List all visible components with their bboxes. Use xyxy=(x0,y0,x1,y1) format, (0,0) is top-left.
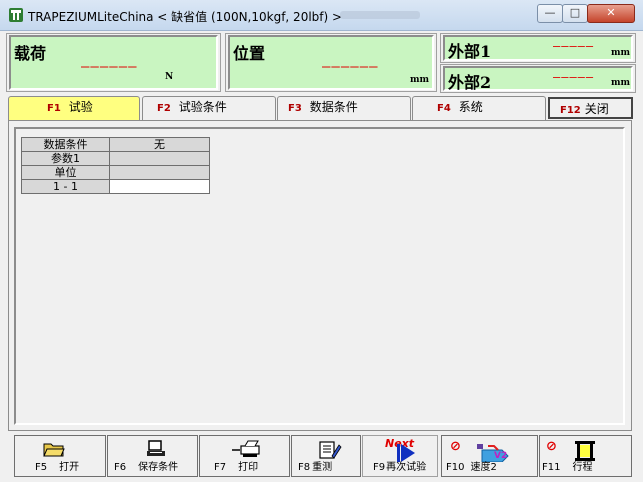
app-icon xyxy=(9,8,23,22)
maximize-button[interactable]: □ xyxy=(562,4,588,23)
print-key: F7 xyxy=(214,462,227,473)
row-value[interactable] xyxy=(109,179,210,194)
tab-test-conditions-label: 试验条件 xyxy=(178,100,227,114)
retest-button[interactable]: F8 重测 xyxy=(291,435,361,477)
close-button[interactable]: ✕ xyxy=(587,4,635,23)
ext1-label: 外部1 xyxy=(448,42,492,61)
close-tab-label: 关闭 xyxy=(584,102,609,116)
ext2-value: ————— xyxy=(553,70,595,84)
row-header: 1 - 1 xyxy=(21,179,110,194)
position-unit: mm xyxy=(410,75,430,85)
stroke-label: 行程 xyxy=(572,462,593,473)
tab-test-conditions-key: F2 xyxy=(157,103,171,114)
retest-again-button[interactable]: Next F9再次试验 xyxy=(362,435,438,477)
save-conditions-button[interactable]: F6 保存条件 xyxy=(107,435,198,477)
speed2-label: 速度2 xyxy=(470,462,497,473)
table-row: 参数1 xyxy=(21,151,210,166)
speed2-key: F10 xyxy=(446,462,465,473)
save-conditions-label: 保存条件 xyxy=(138,462,179,473)
data-condition-table: 数据条件 无 参数1 单位 1 - 1 xyxy=(21,137,210,194)
table-row: 1 - 1 xyxy=(21,179,210,194)
save-conditions-key: F6 xyxy=(114,462,127,473)
tab-test[interactable]: F1 试验 xyxy=(8,96,140,120)
window-title: TRAPEZIUMLiteChina < 缺省值 (100N,10kgf, 20… xyxy=(28,10,343,24)
ext2-readout: 外部2 ————— mm xyxy=(443,66,633,92)
position-readout: 位置 —————— mm xyxy=(228,35,434,90)
open-label: 打开 xyxy=(59,462,80,473)
row-header: 参数1 xyxy=(21,151,110,166)
retest-again-key: F9 xyxy=(373,462,386,473)
stroke-button[interactable]: ⊘ F11 行程 xyxy=(539,435,632,477)
close-tab-button[interactable]: F12 关闭 xyxy=(548,97,633,119)
close-tab-key: F12 xyxy=(560,105,581,116)
position-label: 位置 xyxy=(233,44,266,63)
ext1-unit: mm xyxy=(611,48,631,58)
tab-system-label: 系统 xyxy=(458,100,483,114)
disabled-icon: ⊘ xyxy=(450,439,461,454)
retest-icon xyxy=(319,441,342,459)
title-redacted xyxy=(340,11,420,19)
row-value[interactable] xyxy=(109,151,210,166)
tab-data-conditions[interactable]: F3 数据条件 xyxy=(277,96,411,120)
retest-label: 重测 xyxy=(312,462,333,473)
stroke-key: F11 xyxy=(542,462,561,473)
tab-data-conditions-key: F3 xyxy=(288,103,302,114)
position-value: —————— xyxy=(322,59,379,75)
tab-system-key: F4 xyxy=(437,103,451,114)
open-key: F5 xyxy=(35,462,48,473)
row-value[interactable] xyxy=(109,165,210,180)
print-button[interactable]: F7 打印 xyxy=(199,435,290,477)
printer-icon xyxy=(232,440,260,457)
ext1-value: ————— xyxy=(553,39,595,53)
load-readout: 载荷 —————— N xyxy=(9,35,218,90)
ext2-label: 外部2 xyxy=(448,73,492,92)
tab-system[interactable]: F4 系统 xyxy=(412,96,546,120)
print-label: 打印 xyxy=(238,462,259,473)
row-header: 数据条件 xyxy=(21,137,110,152)
speed2-button[interactable]: ⊘ V2 F10 速度2 xyxy=(441,435,538,477)
open-button[interactable]: F5 打开 xyxy=(14,435,106,477)
load-unit: N xyxy=(165,72,174,82)
tab-test-label: 试验 xyxy=(68,100,93,114)
disabled-icon: ⊘ xyxy=(546,439,557,454)
title-bar: TRAPEZIUMLiteChina < 缺省值 (100N,10kgf, 20… xyxy=(0,0,643,31)
load-value: —————— xyxy=(81,59,138,75)
row-header: 单位 xyxy=(21,165,110,180)
table-row: 单位 xyxy=(21,165,210,180)
minimize-button[interactable]: — xyxy=(537,4,563,23)
retest-key: F8 xyxy=(298,462,311,473)
ext1-readout: 外部1 ————— mm xyxy=(443,35,633,61)
tab-test-key: F1 xyxy=(47,103,61,114)
folder-icon xyxy=(43,443,65,457)
load-label: 载荷 xyxy=(14,44,47,63)
save-computer-icon xyxy=(147,440,165,456)
ext2-unit: mm xyxy=(611,78,631,88)
tab-data-conditions-label: 数据条件 xyxy=(309,100,358,114)
table-row: 数据条件 无 xyxy=(21,137,210,152)
retest-again-label: 再次试验 xyxy=(386,462,427,473)
row-value[interactable]: 无 xyxy=(109,137,210,152)
tab-test-conditions[interactable]: F2 试验条件 xyxy=(142,96,276,120)
